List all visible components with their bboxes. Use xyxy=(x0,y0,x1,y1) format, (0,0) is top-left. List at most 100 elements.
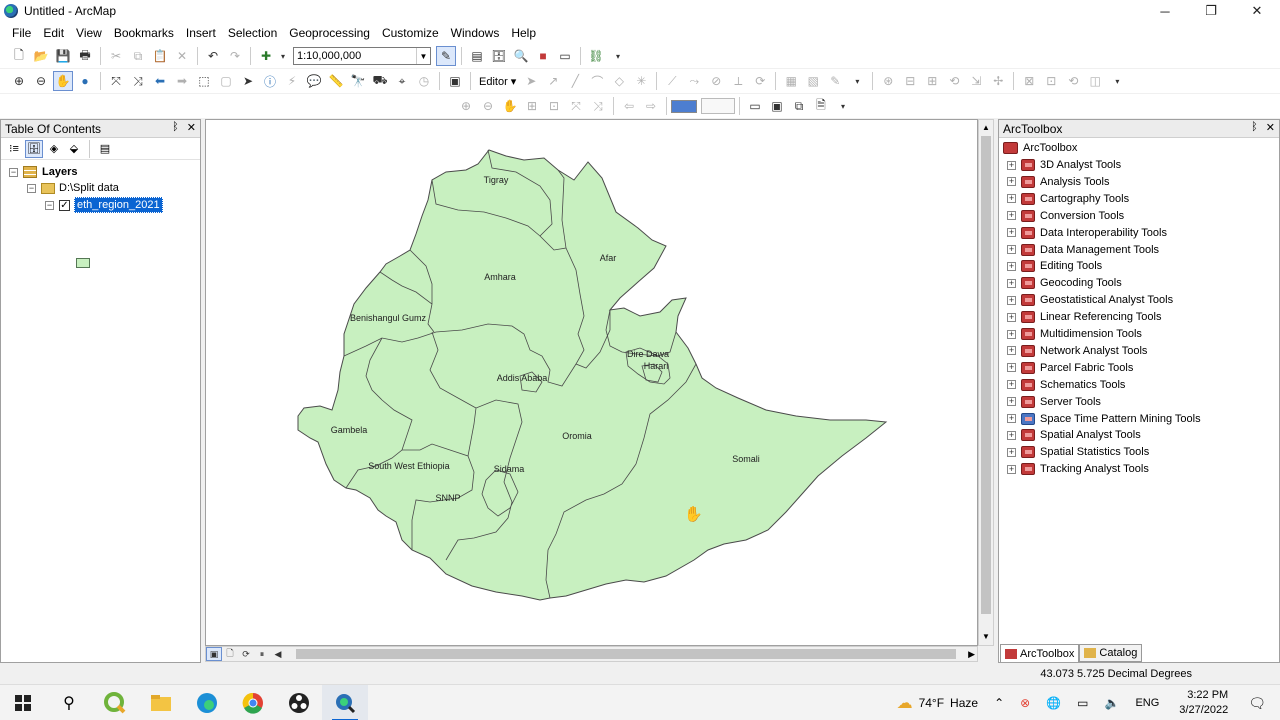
menu-customize[interactable]: Customize xyxy=(376,22,445,44)
expand-icon[interactable]: + xyxy=(1007,295,1016,305)
open-folder-icon[interactable]: 📂 xyxy=(31,46,51,66)
table-of-contents-icon[interactable]: ▤ xyxy=(467,46,487,66)
delete-icon[interactable]: ✕ xyxy=(172,46,192,66)
layer-label[interactable]: eth_region_2021 xyxy=(74,197,163,213)
add-data-dropdown-icon[interactable]: ▾ xyxy=(278,46,288,66)
toolset-row[interactable]: + Data Management Tools xyxy=(1007,242,1159,258)
network-globe-icon[interactable]: 🌐 xyxy=(1038,696,1069,710)
windows-start-icon[interactable] xyxy=(0,685,46,720)
undo-icon[interactable]: ↶ xyxy=(203,46,223,66)
fill-color-swatch[interactable] xyxy=(671,99,697,113)
point-icon[interactable]: ✳ xyxy=(631,71,651,91)
new-document-icon[interactable]: 🗋 xyxy=(9,46,29,66)
edit-vertices-icon[interactable]: ⟋ xyxy=(662,71,682,91)
tree-folder-row[interactable]: − D:\Split data xyxy=(27,180,119,196)
edit-annotation-icon[interactable]: ↗ xyxy=(543,71,563,91)
layout-pan-icon[interactable]: ✋ xyxy=(500,96,520,116)
select-features-icon[interactable]: ⬚ xyxy=(194,71,214,91)
expand-icon[interactable]: + xyxy=(1007,447,1016,457)
list-by-drawing-order-icon[interactable]: ⁝≡ xyxy=(5,140,23,158)
menu-insert[interactable]: Insert xyxy=(180,22,222,44)
toggle-draft-mode-icon[interactable]: ▭ xyxy=(745,96,765,116)
scroll-thumb[interactable] xyxy=(981,136,991,614)
toolset-row[interactable]: + Schematics Tools xyxy=(1007,377,1125,393)
qgis-app-icon[interactable] xyxy=(92,685,138,720)
save-icon[interactable]: 💾 xyxy=(53,46,73,66)
fixed-zoom-in-icon[interactable]: ⤧ xyxy=(106,71,126,91)
forward-extent-icon[interactable]: ➡ xyxy=(172,71,192,91)
tree-layer-row[interactable]: − ✓ eth_region_2021 xyxy=(45,197,163,213)
collapse-icon[interactable]: − xyxy=(9,167,18,177)
endpoint-arc-icon[interactable]: ⌒ xyxy=(587,71,607,91)
expand-icon[interactable]: + xyxy=(1007,380,1016,390)
edit-tool-icon[interactable]: ➤ xyxy=(521,71,541,91)
toolset-row[interactable]: + Network Analyst Tools xyxy=(1007,343,1147,359)
tree-layers-row[interactable]: − Layers xyxy=(9,164,77,180)
layout-zoom-in-icon[interactable]: ⊕ xyxy=(456,96,476,116)
battery-icon[interactable]: ▭ xyxy=(1069,696,1096,710)
arctoolbox-window-icon[interactable]: ■ xyxy=(533,46,553,66)
expand-icon[interactable]: + xyxy=(1007,278,1016,288)
attributes-icon[interactable]: ▦ xyxy=(781,71,801,91)
layer-symbol-patch[interactable] xyxy=(76,258,90,268)
toolset-row[interactable]: + Linear Referencing Tools xyxy=(1007,309,1161,325)
rotate-layer-icon[interactable]: ⟲ xyxy=(944,71,964,91)
python-window-icon[interactable]: ▭ xyxy=(555,46,575,66)
reshape-icon[interactable]: ⤳ xyxy=(684,71,704,91)
image-analysis-icon[interactable]: ◫ xyxy=(1085,71,1105,91)
create-viewer-icon[interactable]: ▣ xyxy=(445,71,465,91)
options-icon[interactable]: ▤ xyxy=(96,140,114,158)
view-link-table-icon[interactable]: ⊠ xyxy=(1019,71,1039,91)
map-view[interactable]: Tigray Afar Amhara Benishangul Gumz Dire Daw… xyxy=(205,119,978,646)
pin-icon[interactable]: ᛒ xyxy=(172,121,179,134)
expand-icon[interactable]: + xyxy=(1007,430,1016,440)
back-layout-icon[interactable]: ⇦ xyxy=(619,96,639,116)
volume-icon[interactable]: 🔈 xyxy=(1096,696,1127,710)
toolset-row[interactable]: + Geostatistical Analyst Tools xyxy=(1007,292,1173,308)
maximize-button[interactable]: ❐ xyxy=(1188,0,1234,22)
update-display-icon[interactable]: ⟲ xyxy=(1063,71,1083,91)
clock[interactable]: 3:22 PM 3/27/2022 xyxy=(1167,688,1240,718)
expand-icon[interactable]: + xyxy=(1007,228,1016,238)
expand-icon[interactable]: + xyxy=(1007,346,1016,356)
menu-geoprocessing[interactable]: Geoprocessing xyxy=(283,22,376,44)
scroll-left-icon[interactable]: ◀ xyxy=(270,647,286,661)
tab-arctoolbox[interactable]: ArcToolbox xyxy=(1000,644,1080,662)
expand-icon[interactable]: + xyxy=(1007,211,1016,221)
toolset-row[interactable]: + Geocoding Tools xyxy=(1007,275,1122,291)
expand-icon[interactable]: + xyxy=(1007,312,1016,322)
obs-app-icon[interactable] xyxy=(276,685,322,720)
rotate-icon[interactable]: ⟳ xyxy=(750,71,770,91)
focus-data-frame-icon[interactable]: ▣ xyxy=(767,96,787,116)
toolset-row[interactable]: + Editing Tools xyxy=(1007,258,1102,274)
chevron-down-icon[interactable]: ▼ xyxy=(416,48,430,64)
toolset-row[interactable]: + Space Time Pattern Mining Tools xyxy=(1007,411,1201,427)
expand-icon[interactable]: + xyxy=(1007,464,1016,474)
language-indicator[interactable]: ENG xyxy=(1127,697,1167,709)
auto-adjust-icon[interactable]: ⊡ xyxy=(1041,71,1061,91)
fixed-zoom-in-layout-icon[interactable]: ⤧ xyxy=(566,96,586,116)
menu-help[interactable]: Help xyxy=(505,22,542,44)
shift-layer-icon[interactable]: ⇲ xyxy=(966,71,986,91)
layer-visibility-checkbox[interactable]: ✓ xyxy=(59,199,70,211)
tab-catalog[interactable]: Catalog xyxy=(1079,644,1143,662)
fixed-zoom-out-layout-icon[interactable]: ⤨ xyxy=(588,96,608,116)
change-layout-icon[interactable]: ⧉ xyxy=(789,96,809,116)
add-data-icon[interactable]: ✚ xyxy=(256,46,276,66)
menu-view[interactable]: View xyxy=(70,22,108,44)
toolset-row[interactable]: + Server Tools xyxy=(1007,394,1101,410)
split-icon[interactable]: ⟂ xyxy=(728,71,748,91)
region-polygon[interactable] xyxy=(297,149,888,601)
clear-selection-icon[interactable]: ▢ xyxy=(216,71,236,91)
refresh-view-icon[interactable]: ⟳ xyxy=(238,647,254,661)
map-horizontal-scrollbar[interactable]: ▣ 🗋 ⟳ ⏸ ◀ ▶ xyxy=(205,646,978,662)
expand-icon[interactable]: + xyxy=(1007,329,1016,339)
cut-icon[interactable]: ✂ xyxy=(106,46,126,66)
minimize-button[interactable]: ─ xyxy=(1142,0,1188,22)
data-view-icon[interactable]: ▣ xyxy=(206,647,222,661)
toolset-row[interactable]: +3D Analyst Tools xyxy=(1007,157,1121,173)
go-to-xy-icon[interactable]: ⌖ xyxy=(392,71,412,91)
html-popup-icon[interactable]: 💬 xyxy=(304,71,324,91)
cut-polygons-icon[interactable]: ⊘ xyxy=(706,71,726,91)
toolset-row[interactable]: + Conversion Tools xyxy=(1007,208,1124,224)
